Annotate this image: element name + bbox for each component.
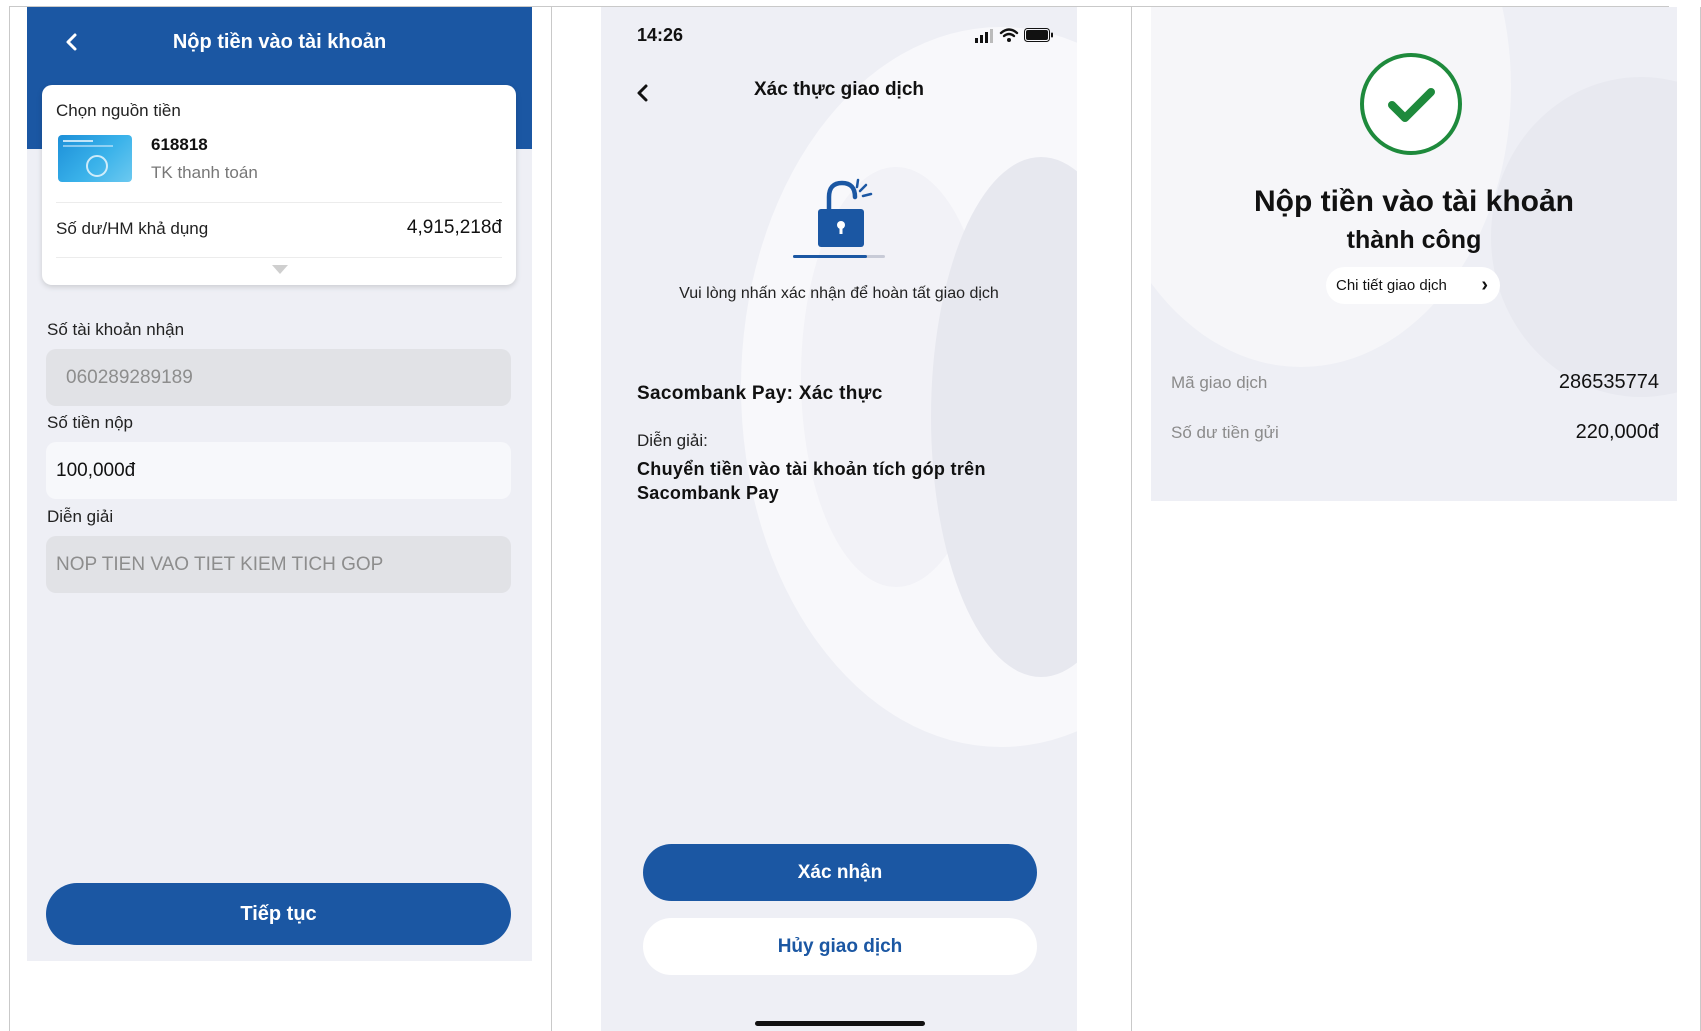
status-time: 14:26 xyxy=(637,25,684,45)
receiver-label: Số tài khoản nhận xyxy=(47,320,185,339)
transaction-id-label: Mã giao dịch xyxy=(1171,373,1268,392)
chevron-down-icon[interactable] xyxy=(272,265,288,274)
balance-value: 4,915,218đ xyxy=(406,217,502,238)
confirm-button[interactable]: Xác nhận xyxy=(643,844,1037,901)
receiver-account-field: 060289289189 xyxy=(46,349,511,406)
wifi-icon xyxy=(999,28,1019,42)
source-account-type: TK thanh toán xyxy=(151,163,258,182)
frame-divider xyxy=(9,7,10,1031)
signal-icon xyxy=(975,29,993,43)
transaction-details-label: Chi tiết giao dịch xyxy=(1336,277,1447,294)
note-field: NOP TIEN VAO TIET KIEM TICH GOP xyxy=(46,536,511,593)
home-indicator[interactable] xyxy=(755,1021,925,1026)
verify-transaction-screen: 14:26 Xác thực giao dịch Vui lòng nhấn x… xyxy=(601,7,1077,1031)
unlock-icon xyxy=(812,175,892,255)
cancel-transaction-button[interactable]: Hủy giao dịch xyxy=(643,918,1037,975)
success-title: Nộp tiền vào tài khoản xyxy=(1253,185,1575,218)
frame-divider xyxy=(1131,7,1132,1031)
divider xyxy=(56,202,502,203)
description-label: Diễn giải: xyxy=(637,431,708,450)
divider xyxy=(56,257,502,258)
success-subtitle: thành công xyxy=(1346,226,1482,254)
transaction-details-button[interactable]: Chi tiết giao dịch › xyxy=(1326,267,1500,304)
page-title: Nộp tiền vào tài khoản xyxy=(172,31,387,53)
amount-label: Số tiền nộp xyxy=(47,413,134,432)
source-account-number: 618818 xyxy=(151,135,208,154)
source-account-card[interactable]: Chọn nguồn tiền 618818 TK thanh toán Số … xyxy=(42,85,516,285)
description-value: Chuyển tiền vào tài khoản tích góp trên … xyxy=(637,459,986,503)
check-circle-icon xyxy=(1359,52,1463,156)
note-label: Diễn giải xyxy=(47,507,114,526)
battery-icon xyxy=(1024,28,1053,42)
transaction-id-value: 286535774 xyxy=(1558,371,1659,393)
verify-heading: Sacombank Pay: Xác thực xyxy=(637,383,883,404)
confirm-message: Vui lòng nhấn xác nhận để hoàn tất giao … xyxy=(679,285,999,302)
amount-input[interactable]: 100,000đ xyxy=(46,442,511,499)
card-image xyxy=(58,135,132,182)
deposit-balance-value: 220,000đ xyxy=(1575,421,1659,443)
balance-label: Số dư/HM khả dụng xyxy=(56,219,209,238)
page-title: Xác thực giao dịch xyxy=(753,79,925,100)
progress-indicator xyxy=(793,255,867,258)
frame-divider xyxy=(551,7,552,1031)
continue-button[interactable]: Tiếp tục xyxy=(46,883,511,945)
deposit-form-screen: Nộp tiền vào tài khoản Chọn nguồn tiền 6… xyxy=(27,7,532,961)
success-screen: Nộp tiền vào tài khoản thành công Chi ti… xyxy=(1151,7,1677,501)
chevron-right-icon: › xyxy=(1481,274,1488,296)
source-label: Chọn nguồn tiền xyxy=(56,101,181,120)
deposit-balance-label: Số dư tiền gửi xyxy=(1171,423,1279,442)
